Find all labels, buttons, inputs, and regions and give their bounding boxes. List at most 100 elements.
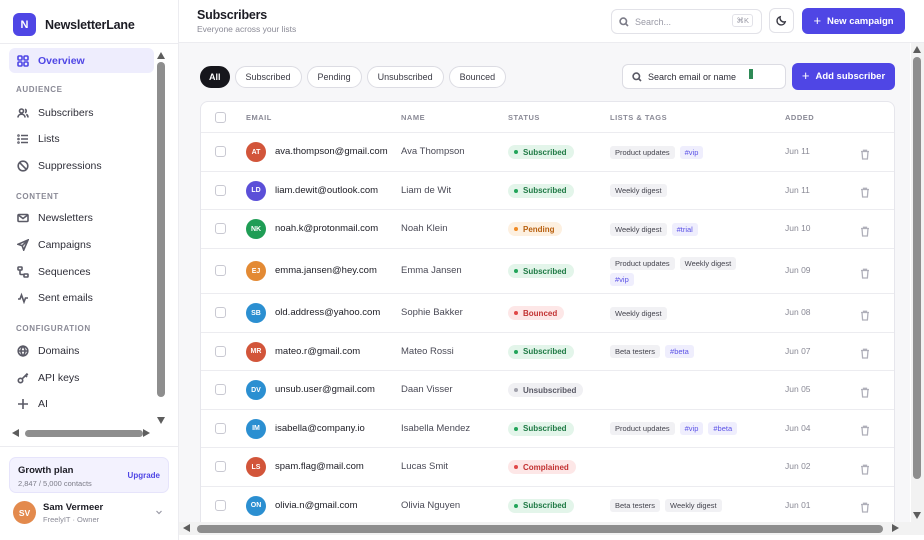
subscriber-email[interactable]: noah.k@protonmail.com: [275, 223, 378, 234]
sidebar-item-overview[interactable]: Overview: [9, 48, 154, 73]
table-row[interactable]: LS spam.flag@mail.com Lucas Smit Complained…: [201, 448, 894, 487]
sidebar-item-ai[interactable]: AI: [9, 391, 154, 416]
sidebar-item-domains[interactable]: Domains: [9, 338, 154, 363]
table-row[interactable]: ON olivia.n@gmail.com Olivia Nguyen Subscri…: [201, 487, 894, 523]
subscriber-email[interactable]: unsub.user@gmail.com: [275, 384, 375, 395]
subscriber-email[interactable]: old.address@yahoo.com: [275, 307, 380, 318]
row-checkbox[interactable]: [215, 146, 226, 158]
sidebar-item-suppressions[interactable]: Suppressions: [9, 153, 154, 178]
delete-button[interactable]: [860, 308, 870, 321]
delete-button[interactable]: [860, 266, 870, 279]
sidebar-item-sent-emails[interactable]: Sent emails: [9, 285, 154, 310]
trash-icon: [861, 226, 869, 237]
row-checkbox[interactable]: [215, 384, 226, 396]
subscriber-email[interactable]: ava.thompson@gmail.com: [275, 146, 388, 157]
sidebar-item-api-keys[interactable]: API keys: [9, 365, 154, 390]
filter-chip-unsubscribed[interactable]: Unsubscribed: [366, 66, 444, 88]
column-header-name[interactable]: NAME: [401, 113, 425, 122]
row-checkbox[interactable]: [215, 345, 226, 357]
trash-icon: [861, 268, 869, 279]
scroll-right-icon[interactable]: [143, 429, 150, 437]
global-search-input[interactable]: Search... ⌘K: [611, 9, 762, 34]
delete-button[interactable]: [860, 423, 870, 436]
avatar: NK: [246, 219, 266, 240]
table-row[interactable]: LD liam.dewit@outlook.com Liam de Wit Subsc…: [201, 172, 894, 210]
table-row[interactable]: NK noah.k@protonmail.com Noah Klein Pending…: [201, 210, 894, 249]
scroll-down-icon[interactable]: [157, 417, 165, 424]
scroll-left-icon[interactable]: [183, 524, 190, 532]
trash-icon: [861, 310, 869, 321]
added-date: Jun 11: [785, 146, 810, 157]
main-horizontal-scrollbar[interactable]: [179, 522, 924, 535]
sidebar-scrollbar[interactable]: [157, 52, 165, 424]
trash-icon: [861, 348, 869, 359]
new-campaign-button[interactable]: + New campaign: [802, 8, 905, 34]
row-checkbox[interactable]: [215, 422, 226, 434]
sidebar: N NewsletterLane Overview AUDIENCE Subsc…: [0, 0, 179, 540]
filter-chip-subscribed[interactable]: Subscribed: [234, 66, 302, 88]
row-checkbox[interactable]: [215, 307, 226, 319]
sidebar-item-newsletters[interactable]: Newsletters: [9, 205, 154, 230]
sidebar-item-subscribers[interactable]: Subscribers: [9, 100, 154, 125]
subscriber-email[interactable]: mateo.r@gmail.com: [275, 346, 360, 357]
table-row[interactable]: DV unsub.user@gmail.com Daan Visser Unsubsc…: [201, 371, 894, 410]
sidebar-horizontal-scrollbar[interactable]: [12, 429, 152, 438]
theme-toggle-button[interactable]: [769, 8, 794, 33]
row-checkbox[interactable]: [215, 461, 226, 473]
table-row[interactable]: EJ emma.jansen@hey.com Emma Jansen Subscrib…: [201, 249, 894, 294]
subscriber-email[interactable]: liam.dewit@outlook.com: [275, 185, 378, 196]
row-checkbox[interactable]: [215, 499, 226, 511]
add-subscriber-button[interactable]: + Add subscriber: [792, 63, 895, 90]
status-dot: [514, 503, 518, 508]
subscriber-email[interactable]: isabella@company.io: [275, 423, 365, 434]
delete-button[interactable]: [860, 224, 870, 237]
subscriber-email[interactable]: emma.jansen@hey.com: [275, 265, 377, 276]
table-row[interactable]: SB old.address@yahoo.com Sophie Bakker Boun…: [201, 294, 894, 333]
scrollbar-thumb[interactable]: [197, 525, 883, 533]
upgrade-link[interactable]: Upgrade: [128, 471, 160, 480]
sidebar-item-sequences[interactable]: Sequences: [9, 259, 154, 284]
row-checkbox[interactable]: [215, 184, 226, 196]
trash-icon: [861, 187, 869, 198]
scroll-up-icon[interactable]: [157, 52, 165, 59]
delete-button[interactable]: [860, 185, 870, 198]
scroll-right-icon[interactable]: [892, 524, 899, 532]
main-vertical-scrollbar[interactable]: [911, 43, 924, 522]
scroll-left-icon[interactable]: [12, 429, 19, 437]
filter-chip-bounced[interactable]: Bounced: [448, 66, 507, 88]
filter-chip-all[interactable]: All: [200, 66, 230, 88]
status-dot: [514, 311, 518, 316]
scroll-up-icon[interactable]: [913, 46, 921, 53]
delete-button[interactable]: [860, 147, 870, 160]
subscriber-search-input[interactable]: Search email or name: [622, 64, 786, 89]
table-row[interactable]: MR mateo.r@gmail.com Mateo Rossi Subscribed…: [201, 333, 894, 371]
table-header: EMAIL NAME STATUS LISTS & TAGS ADDED: [201, 102, 894, 133]
status-dot: [514, 465, 518, 470]
scrollbar-thumb[interactable]: [25, 430, 143, 437]
delete-button[interactable]: [860, 462, 870, 475]
scroll-down-icon[interactable]: [913, 512, 921, 519]
table-row[interactable]: IM isabella@company.io Isabella Mendez Subs…: [201, 410, 894, 448]
row-checkbox[interactable]: [215, 223, 226, 235]
filter-chip-pending[interactable]: Pending: [306, 66, 362, 88]
table-row[interactable]: AT ava.thompson@gmail.com Ava Thompson Subs…: [201, 133, 894, 172]
column-header-lists[interactable]: LISTS & TAGS: [610, 113, 667, 122]
scrollbar-thumb[interactable]: [157, 62, 165, 397]
subscriber-email[interactable]: olivia.n@gmail.com: [275, 500, 358, 511]
brand[interactable]: N NewsletterLane: [13, 13, 135, 36]
column-header-email[interactable]: EMAIL: [246, 113, 272, 122]
sidebar-item-lists[interactable]: Lists: [9, 126, 154, 151]
scrollbar-thumb[interactable]: [913, 57, 921, 479]
select-all-checkbox[interactable]: [215, 112, 226, 123]
column-header-status[interactable]: STATUS: [508, 113, 540, 122]
status-badge: Subscribed: [508, 145, 574, 160]
delete-button[interactable]: [860, 500, 870, 513]
delete-button[interactable]: [860, 385, 870, 398]
delete-button[interactable]: [860, 346, 870, 359]
subscriber-email[interactable]: spam.flag@mail.com: [275, 461, 364, 472]
column-header-added[interactable]: ADDED: [785, 113, 814, 122]
status-label: Complained: [523, 462, 569, 472]
sidebar-item-campaigns[interactable]: Campaigns: [9, 232, 154, 257]
row-checkbox[interactable]: [215, 265, 226, 277]
user-menu[interactable]: SV Sam Vermeer FreelyIT · Owner: [13, 500, 165, 526]
